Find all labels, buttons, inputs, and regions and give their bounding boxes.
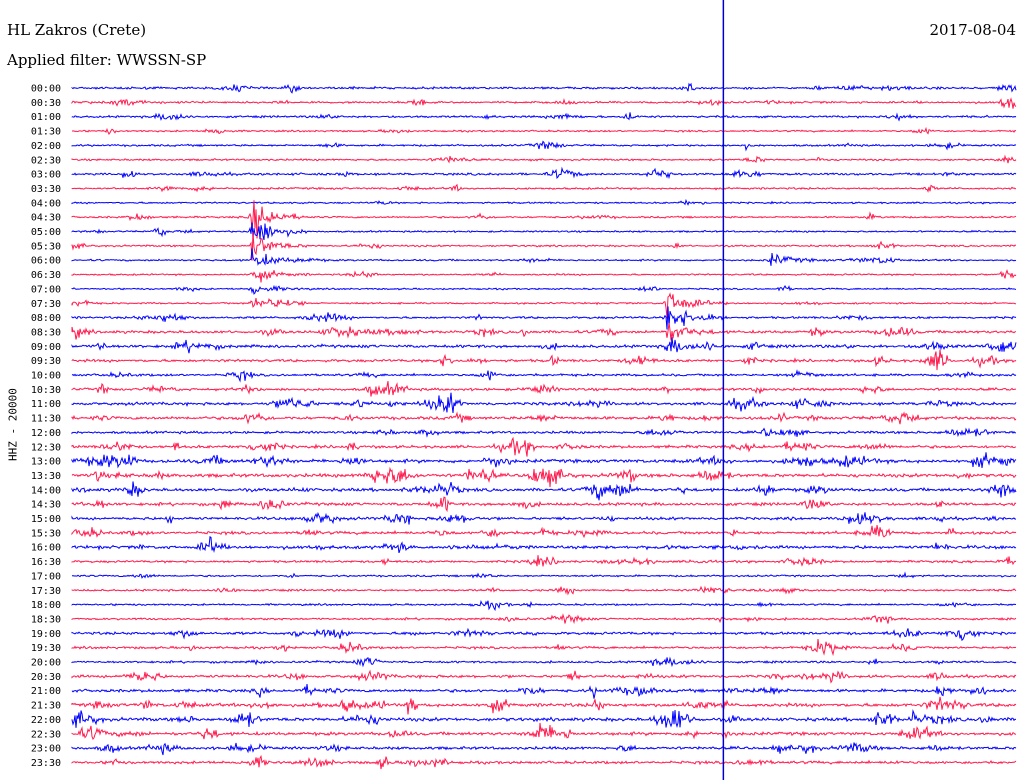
row-time-label: 17:00: [31, 571, 61, 582]
row-time-label: 09:00: [31, 342, 61, 353]
seismic-trace-row: [71, 126, 1017, 135]
seismic-trace-row: [71, 112, 1017, 122]
seismic-trace-row: [71, 669, 1017, 684]
row-time-label: 08:00: [31, 313, 61, 324]
seismic-trace-row: [71, 525, 1017, 539]
seismic-trace-row: [71, 369, 1017, 383]
seismic-trace-row: [71, 268, 1017, 283]
seismic-trace-row: [71, 684, 1017, 699]
seismic-trace-row: [71, 323, 1017, 341]
seismic-trace-row: [71, 411, 1017, 425]
seismic-trace-row: [71, 638, 1017, 657]
seismic-trace-row: [71, 337, 1017, 354]
row-time-label: 07:00: [31, 284, 61, 295]
seismic-trace-row: [71, 349, 1017, 371]
row-time-label: 06:00: [31, 256, 61, 267]
row-time-label: 01:30: [31, 127, 61, 138]
row-time-label: 19:30: [31, 643, 61, 654]
seismic-trace-row: [71, 284, 1017, 295]
row-time-label: 00:30: [31, 98, 61, 109]
seismic-trace-row: [71, 381, 1017, 397]
row-time-label: 23:00: [31, 744, 61, 755]
seismic-trace-row: [71, 613, 1017, 625]
row-time-label: 22:00: [31, 715, 61, 726]
row-time-label: 03:30: [31, 184, 61, 195]
seismic-trace-row: [71, 154, 1017, 164]
row-time-label: 02:30: [31, 155, 61, 166]
seismic-trace-row: [71, 696, 1017, 715]
row-time-label: 21:00: [31, 686, 61, 697]
seismic-trace-row: [71, 754, 1017, 770]
row-time-label: 07:30: [31, 299, 61, 310]
row-time-label: 02:00: [31, 141, 61, 152]
helicorder-plot: 00:00 00:30 01:00 01:30 02:00 02:30 03:00 03:30…: [31, 0, 1017, 780]
row-time-label: 12:30: [31, 442, 61, 453]
seismic-trace-row: [71, 97, 1017, 109]
seismic-trace-row: [71, 222, 1017, 241]
row-time-label: 11:30: [31, 414, 61, 425]
row-time-label: 01:00: [31, 112, 61, 123]
seismic-trace-row: [71, 511, 1017, 525]
row-time-label: 13:30: [31, 471, 61, 482]
seismic-trace-row: [71, 306, 1017, 330]
row-time-label: 20:00: [31, 658, 61, 669]
row-time-label: 11:00: [31, 399, 61, 410]
row-time-label: 08:30: [31, 327, 61, 338]
seismic-trace-row: [71, 231, 1017, 261]
seismic-trace-row: [71, 198, 1017, 206]
row-time-label: 16:00: [31, 543, 61, 554]
row-time-label: 00:00: [31, 84, 61, 95]
row-time-label: 09:30: [31, 356, 61, 367]
seismic-trace-row: [71, 392, 1017, 413]
seismic-trace-row: [71, 452, 1017, 469]
seismic-trace-row: [71, 140, 1017, 152]
seismic-trace-row: [71, 656, 1017, 668]
row-time-label: 13:00: [31, 457, 61, 468]
seismic-trace-row: [71, 555, 1017, 567]
row-time-label: 19:00: [31, 629, 61, 640]
row-time-label: 17:30: [31, 586, 61, 597]
row-time-label: 20:30: [31, 672, 61, 683]
row-time-label: 22:30: [31, 729, 61, 740]
seismic-trace-row: [71, 248, 1017, 266]
seismic-trace-row: [71, 535, 1017, 554]
seismic-trace-row: [71, 496, 1017, 513]
row-time-label: 10:00: [31, 371, 61, 382]
seismic-trace-row: [71, 709, 1017, 729]
seismic-trace-row: [71, 599, 1017, 612]
row-time-label: 03:00: [31, 170, 61, 181]
row-time-label: 18:30: [31, 614, 61, 625]
seismic-trace-row: [71, 722, 1017, 740]
seismic-trace-row: [71, 82, 1017, 94]
row-time-label: 16:30: [31, 557, 61, 568]
row-time-label: 10:30: [31, 385, 61, 396]
seismic-trace-row: [71, 183, 1017, 193]
seismic-trace-row: [71, 481, 1017, 501]
seismic-trace-row: [71, 427, 1017, 438]
seismic-trace-row: [71, 200, 1017, 239]
row-time-label: 05:00: [31, 227, 61, 238]
seismic-trace-row: [71, 436, 1017, 457]
row-time-label: 15:00: [31, 514, 61, 525]
seismic-trace-row: [71, 742, 1017, 756]
row-time-label: 12:00: [31, 428, 61, 439]
row-time-label: 14:30: [31, 500, 61, 511]
seismic-trace-row: [71, 571, 1017, 579]
row-time-label: 18:00: [31, 600, 61, 611]
seismic-trace-row: [71, 585, 1017, 596]
row-time-label: 14:00: [31, 485, 61, 496]
row-time-label: 04:30: [31, 213, 61, 224]
row-time-label: 05:30: [31, 241, 61, 252]
seismic-trace-row: [71, 292, 1016, 319]
seismic-trace-row: [71, 466, 1017, 488]
seismic-trace-row: [71, 627, 1017, 642]
row-time-label: 21:30: [31, 701, 61, 712]
row-time-label: 06:30: [31, 270, 61, 281]
row-time-label: 15:30: [31, 528, 61, 539]
row-time-label: 04:00: [31, 198, 61, 209]
seismic-trace-row: [71, 166, 1017, 180]
row-time-label: 23:30: [31, 758, 61, 769]
